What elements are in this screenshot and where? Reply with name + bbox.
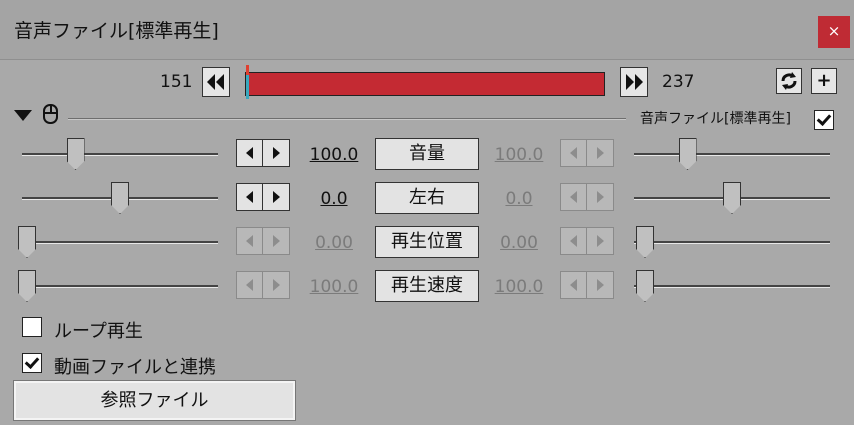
reference-file-button[interactable]: 参照ファイル [13, 380, 296, 421]
left-slider-track[interactable] [22, 285, 218, 288]
right-slider-thumb[interactable] [723, 182, 741, 214]
right-slider-track[interactable] [634, 285, 830, 288]
left-value[interactable]: 100.0 [302, 145, 366, 165]
double-arrow-left-icon [207, 74, 224, 90]
timeline-cursor[interactable] [246, 65, 249, 99]
mouse-icon [43, 104, 58, 124]
loop-label: ループ再生 [54, 321, 143, 342]
start-frame: 151 [160, 72, 193, 92]
check-mark-icon [816, 110, 832, 127]
refresh-button[interactable] [776, 68, 802, 94]
decrement-arrow-icon[interactable] [561, 228, 587, 254]
add-button[interactable]: + [811, 68, 837, 94]
right-slider-thumb[interactable] [678, 138, 697, 170]
close-button[interactable]: × [818, 16, 850, 48]
timeline-track[interactable] [245, 65, 605, 99]
left-value[interactable]: 0.00 [302, 233, 366, 253]
increment-arrow-icon[interactable] [587, 228, 613, 254]
prev-keyframe-button[interactable] [202, 67, 230, 97]
increment-arrow-icon[interactable] [587, 272, 613, 298]
right-slider-track[interactable] [634, 241, 830, 244]
left-stepper[interactable] [236, 227, 290, 255]
right-value[interactable]: 0.00 [487, 233, 551, 253]
increment-arrow-icon[interactable] [587, 140, 613, 166]
left-stepper[interactable] [236, 271, 290, 299]
increment-arrow-icon[interactable] [263, 228, 289, 254]
increment-arrow-icon[interactable] [263, 184, 289, 210]
check-mark-icon [24, 353, 40, 370]
decrement-arrow-icon[interactable] [561, 140, 587, 166]
right-slider-thumb[interactable] [636, 226, 654, 258]
collapse-triangle-icon[interactable] [14, 110, 32, 121]
left-stepper[interactable] [236, 183, 290, 211]
refresh-icon [781, 72, 797, 90]
param-button[interactable]: 左右 [375, 182, 479, 214]
right-value[interactable]: 0.0 [487, 189, 551, 209]
plugin-label: 音声ファイル[標準再生] [640, 111, 791, 127]
link-video-checkbox[interactable] [22, 353, 42, 373]
decrement-arrow-icon[interactable] [237, 140, 263, 166]
right-stepper[interactable] [560, 227, 614, 255]
double-arrow-right-icon [626, 74, 643, 90]
left-value[interactable]: 0.0 [302, 189, 366, 209]
plugin-enabled-checkbox[interactable] [814, 110, 834, 130]
decrement-arrow-icon[interactable] [561, 184, 587, 210]
left-slider-track[interactable] [22, 153, 218, 156]
header-divider [68, 118, 626, 120]
left-slider-thumb[interactable] [111, 182, 129, 214]
decrement-arrow-icon[interactable] [237, 184, 263, 210]
link-video-label: 動画ファイルと連携 [54, 357, 216, 378]
loop-checkbox[interactable] [22, 317, 42, 337]
left-value[interactable]: 100.0 [302, 277, 366, 297]
left-stepper[interactable] [236, 139, 290, 167]
decrement-arrow-icon[interactable] [237, 272, 263, 298]
param-button[interactable]: 再生位置 [375, 226, 479, 258]
decrement-arrow-icon[interactable] [237, 228, 263, 254]
right-slider-thumb[interactable] [636, 270, 654, 302]
end-frame: 237 [662, 72, 695, 92]
left-slider-thumb[interactable] [66, 138, 85, 170]
left-slider-track[interactable] [22, 241, 218, 244]
increment-arrow-icon[interactable] [263, 140, 289, 166]
window-title: 音声ファイル[標準再生] [14, 20, 219, 42]
right-stepper[interactable] [560, 271, 614, 299]
right-value[interactable]: 100.0 [487, 277, 551, 297]
increment-arrow-icon[interactable] [263, 272, 289, 298]
left-slider-thumb[interactable] [18, 226, 36, 258]
param-button[interactable]: 音量 [375, 138, 479, 170]
decrement-arrow-icon[interactable] [561, 272, 587, 298]
increment-arrow-icon[interactable] [587, 184, 613, 210]
right-stepper[interactable] [560, 139, 614, 167]
right-slider-track[interactable] [634, 153, 830, 156]
title-bar: 音声ファイル[標準再生] × [0, 0, 854, 60]
right-stepper[interactable] [560, 183, 614, 211]
left-slider-thumb[interactable] [18, 270, 36, 302]
param-button[interactable]: 再生速度 [375, 270, 479, 302]
right-value[interactable]: 100.0 [487, 145, 551, 165]
next-keyframe-button[interactable] [620, 67, 648, 97]
